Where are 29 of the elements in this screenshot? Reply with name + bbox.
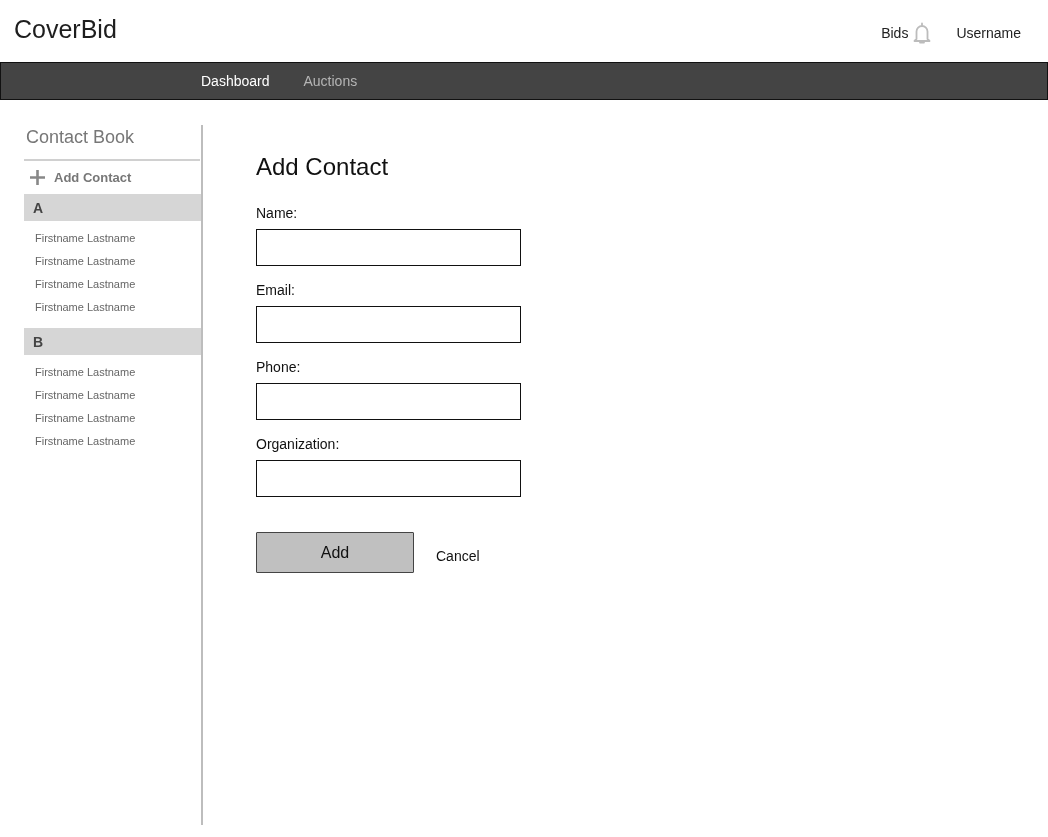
add-contact-link[interactable]: Add Contact [24,161,201,194]
cancel-link[interactable]: Cancel [436,548,480,564]
input-field[interactable] [256,229,521,266]
nav-tab[interactable]: Auctions [303,73,358,89]
field-label: Email: [256,281,296,299]
field-label: Organization: [256,435,341,453]
nav-tab[interactable]: Dashboard [201,73,270,89]
contact-item[interactable]: Firstname Lastname [35,273,201,296]
contact-item[interactable]: Firstname Lastname [35,407,201,430]
field-label: Name: [256,204,299,222]
plus-icon [30,170,45,185]
field-label: Phone: [256,358,302,376]
bids-link[interactable]: Bids [881,25,909,41]
contact-item[interactable]: Firstname Lastname [35,384,201,407]
group-header: B [24,328,201,355]
form-title: Add Contact [256,153,390,181]
input-field[interactable] [256,460,521,497]
sidebar-title: Contact Book [25,126,136,149]
contact-item[interactable]: Firstname Lastname [35,430,201,453]
contact-item[interactable]: Firstname Lastname [35,296,201,319]
user-menu[interactable]: Username [956,25,1021,41]
group-header: A [24,194,201,221]
input-field[interactable] [256,306,521,343]
contact-item[interactable]: Firstname Lastname [35,250,201,273]
add-button[interactable]: Add [256,532,414,573]
contact-item[interactable]: Firstname Lastname [35,361,201,384]
app-logo: CoverBid [14,15,117,44]
input-field[interactable] [256,383,521,420]
contact-item[interactable]: Firstname Lastname [35,227,201,250]
